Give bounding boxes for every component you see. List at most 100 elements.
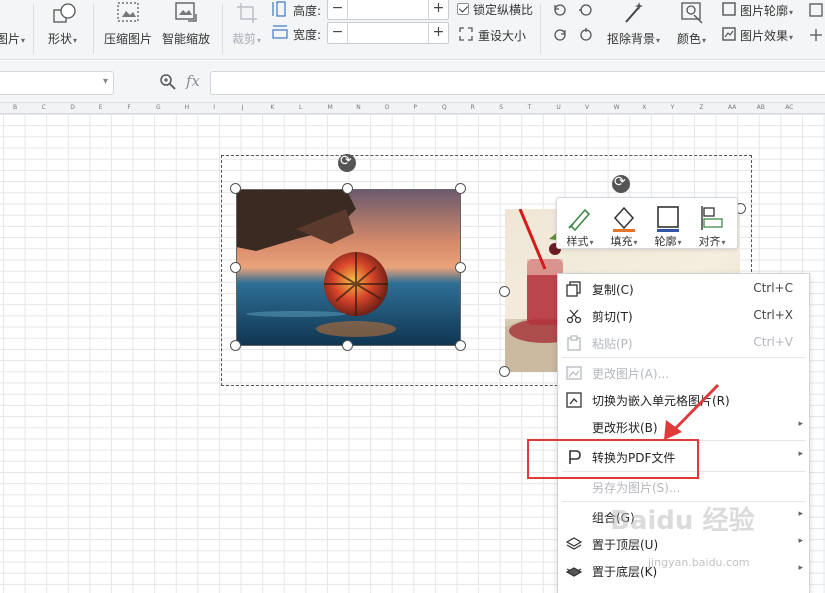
compress-picture-icon [117, 2, 139, 22]
column-letter[interactable]: V [585, 104, 589, 111]
chevron-down-icon[interactable]: ▾ [103, 76, 108, 87]
submenu-arrow-icon: ▸ [798, 509, 803, 519]
menu-item-copy[interactable]: 复制(C) Ctrl+C [558, 275, 809, 302]
resize-handle[interactable] [342, 183, 353, 194]
width-decrease-button[interactable]: − [328, 23, 348, 43]
function-icon[interactable]: fx [186, 72, 200, 90]
column-letter[interactable]: M [328, 104, 333, 111]
rotate-left-icon [554, 4, 566, 16]
column-letter[interactable]: Z [699, 104, 703, 111]
column-letter[interactable]: AB [757, 104, 765, 111]
menu-label: 更改形状(B) [592, 421, 658, 435]
resize-handle[interactable] [230, 340, 241, 351]
style-button[interactable]: 样式▾ [559, 202, 601, 248]
lock-ratio-checkbox[interactable] [457, 3, 469, 15]
fill-bucket-icon [613, 206, 635, 232]
menu-item-cut[interactable]: 剪切(T) Ctrl+X [558, 302, 809, 329]
annotation-arrow-icon [664, 383, 720, 440]
align-icon [701, 206, 723, 230]
width-label: 宽度: [293, 28, 322, 42]
column-letter[interactable]: U [556, 104, 560, 111]
column-letter[interactable]: P [413, 104, 417, 111]
remove-background-label: 抠除背景 [607, 32, 656, 46]
spreadsheet-window: 图片▾ 形状▾ 压缩图片 智能缩放 裁剪▾ 高度: − + 宽度: − + 锁定… [0, 0, 825, 593]
column-letter[interactable]: C [42, 104, 46, 111]
column-letter[interactable]: R [471, 104, 475, 111]
outline-icon [657, 206, 679, 232]
smart-zoom-button[interactable]: 智能缩放 [162, 30, 210, 47]
column-letter[interactable]: H [185, 104, 190, 111]
column-letter[interactable]: S [499, 104, 503, 111]
resize-handle[interactable] [230, 183, 241, 194]
column-letter[interactable]: Y [671, 104, 675, 111]
column-letter[interactable]: I [213, 104, 215, 111]
picture-outline-button[interactable]: 图片轮廓▾ [740, 2, 793, 19]
resize-handle[interactable] [455, 183, 466, 194]
align-button[interactable]: 对齐▾ [691, 202, 733, 248]
height-stepper[interactable]: − + [327, 0, 449, 20]
rotate-handle-icon[interactable] [338, 153, 356, 172]
formula-bar: ▾ fx [0, 61, 825, 103]
column-letter[interactable]: X [642, 104, 646, 111]
picture-button[interactable]: 图片▾ [0, 30, 25, 47]
rotate-right-icon [579, 4, 592, 16]
picture-effects-button[interactable]: 图片效果▾ [740, 27, 793, 44]
column-letter[interactable]: G [156, 104, 161, 111]
column-letter[interactable]: L [299, 104, 302, 111]
zoom-search-icon[interactable] [159, 73, 177, 91]
watermark-url: jingyan.baidu.com [648, 556, 750, 569]
more-tools-icon[interactable] [808, 27, 824, 43]
formula-input[interactable] [210, 71, 825, 95]
embed-cell-icon [566, 392, 582, 408]
color-button[interactable]: 颜色▾ [677, 30, 706, 47]
color-label: 颜色 [677, 32, 702, 46]
outline-button[interactable]: 轮廓▾ [647, 202, 689, 248]
column-letter[interactable]: Q [442, 104, 447, 111]
column-letter[interactable]: E [99, 104, 103, 111]
picture-selection-box [236, 189, 461, 346]
resize-handle[interactable] [499, 286, 510, 297]
submenu-arrow-icon: ▸ [798, 563, 803, 573]
remove-background-icon [625, 2, 643, 23]
resize-handle[interactable] [499, 366, 510, 377]
column-letter[interactable]: O [385, 104, 390, 111]
style-label: 样式 [566, 235, 589, 248]
picture-outline-label: 图片轮廓 [740, 4, 789, 18]
ribbon-separator [93, 4, 94, 54]
flip-horizontal-icon [580, 28, 592, 41]
width-stepper[interactable]: − + [327, 22, 449, 44]
remove-background-button[interactable]: 抠除背景▾ [607, 30, 660, 47]
column-letter[interactable]: AC [785, 104, 793, 111]
column-letter[interactable]: AA [728, 104, 736, 111]
height-increase-button[interactable]: + [428, 0, 448, 19]
column-letter[interactable]: T [528, 104, 532, 111]
picture-outline-icon [722, 2, 736, 16]
column-letter[interactable]: B [13, 104, 17, 111]
flip-vertical-icon [554, 29, 566, 41]
column-letter[interactable]: F [127, 104, 130, 111]
column-letter[interactable]: W [614, 104, 620, 111]
menu-shortcut: Ctrl+X [753, 308, 793, 322]
width-increase-button[interactable]: + [428, 23, 448, 43]
column-letter[interactable]: K [270, 104, 274, 111]
column-letter[interactable]: J [242, 104, 244, 111]
rotate-handle-icon[interactable] [612, 174, 630, 193]
crop-button[interactable]: 裁剪▾ [232, 30, 261, 47]
resize-handle[interactable] [342, 340, 353, 351]
resize-handle[interactable] [455, 340, 466, 351]
menu-item-paste[interactable]: 粘贴(P) Ctrl+V [558, 329, 809, 356]
menu-label: 粘贴(P) [592, 337, 633, 351]
resize-handle[interactable] [230, 262, 241, 273]
shape-label: 形状 [48, 32, 73, 46]
name-box[interactable]: ▾ [0, 71, 114, 95]
shape-button[interactable]: 形状▾ [48, 30, 77, 47]
column-letter[interactable]: D [70, 104, 75, 111]
more-tools-icon[interactable] [808, 2, 824, 18]
reset-size-button[interactable]: 重设大小 [478, 27, 526, 44]
fill-button[interactable]: 填充▾ [603, 202, 645, 248]
compress-picture-button[interactable]: 压缩图片 [104, 30, 152, 47]
height-decrease-button[interactable]: − [328, 0, 348, 19]
column-letter[interactable]: N [356, 104, 361, 111]
reset-size-icon [459, 27, 473, 41]
resize-handle[interactable] [455, 262, 466, 273]
